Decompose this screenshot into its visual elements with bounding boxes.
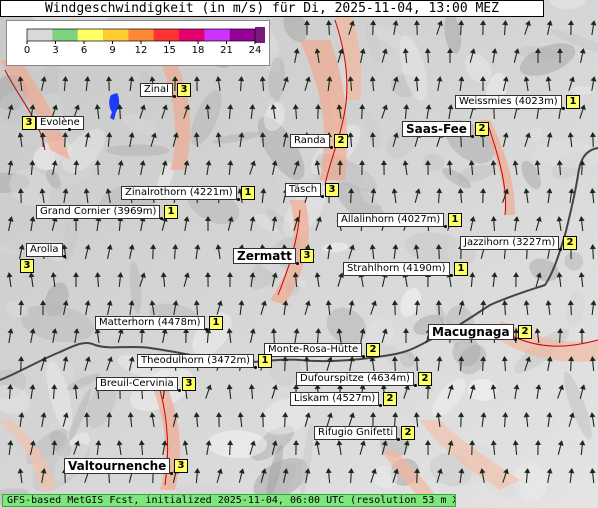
place-label: Breuil-Cervinia [96, 377, 178, 391]
wind-speed-badge: 1 [258, 354, 272, 368]
place-marker [68, 128, 71, 131]
place-label: Allalinhorn (4027m) [337, 213, 445, 227]
place-marker [559, 248, 562, 251]
legend-swatch [27, 29, 53, 41]
legend-tick-label: 0 [23, 45, 31, 56]
wind-speed-badge: 2 [401, 426, 415, 440]
place-marker [514, 338, 517, 341]
legend-tick-label: 15 [163, 45, 176, 56]
legend-tick-label: 12 [134, 45, 148, 56]
wind-speed-badge: 2 [366, 343, 380, 357]
place-label: Saas-Fee [402, 121, 471, 137]
wind-speed-badge: 1 [454, 262, 468, 276]
place-marker [178, 389, 181, 392]
place-label: Jazzihorn (3227m) [460, 236, 560, 250]
place-label: Dufourspitze (4634m) [296, 372, 414, 386]
place-marker [444, 225, 447, 228]
legend-swatch [255, 27, 265, 43]
wind-speed-badge: 1 [164, 205, 178, 219]
place-marker [379, 404, 382, 407]
place-label: Theodulhorn (3472m) [137, 354, 255, 368]
legend-swatch [52, 29, 79, 41]
place-label: Zinal [140, 83, 173, 97]
legend-tick-label: 24 [248, 45, 262, 56]
wind-speed-badge: 3 [182, 377, 196, 391]
place-marker [296, 262, 299, 265]
place-label: Täsch [285, 183, 322, 197]
place-label: Evolène [36, 116, 84, 130]
legend-swatch [103, 29, 129, 41]
forecast-footer: GFS-based MetGIS Fcst, initialized 2025-… [2, 494, 456, 507]
place-marker [450, 274, 453, 277]
place-label: Liskam (4527m) [290, 392, 380, 406]
place-label: Strahlhorn (4190m) [343, 262, 450, 276]
place-label: Arolla [26, 243, 63, 257]
place-marker [173, 95, 176, 98]
place-label: Macugnaga [428, 324, 514, 340]
wind-speed-badge: 3 [22, 116, 36, 130]
legend-swatch [153, 29, 180, 41]
wind-speed-badge: 2 [563, 236, 577, 250]
legend-swatch [229, 29, 256, 41]
terrain-map [0, 0, 598, 508]
place-label: Weissmies (4023m) [455, 95, 562, 109]
wind-speed-badge: 1 [241, 186, 255, 200]
place-marker [321, 195, 324, 198]
place-label: Randa [290, 134, 330, 148]
wind-speed-badge: 1 [209, 316, 223, 330]
legend-tick-label: 3 [52, 45, 59, 56]
place-marker [414, 384, 417, 387]
wind-speed-badge: 2 [418, 372, 432, 386]
place-marker [562, 107, 565, 110]
wind-speed-badge: 2 [475, 122, 489, 136]
legend-tick-label: 18 [191, 45, 205, 56]
wind-speed-badge: 2 [383, 392, 397, 406]
place-label: Rifugio Gnifetti [314, 426, 398, 440]
legend-swatch [128, 29, 155, 41]
wind-speed-badge: 3 [325, 183, 339, 197]
place-label: Grand Cornier (3969m) [36, 205, 161, 219]
wind-speed-badge: 2 [518, 325, 532, 339]
place-marker [362, 355, 365, 358]
wind-speed-badge: 3 [300, 249, 314, 263]
place-label: Monte-Rosa-Hütte [264, 343, 363, 357]
place-marker [330, 146, 333, 149]
place-marker [471, 135, 474, 138]
legend-swatch [179, 29, 205, 41]
legend-tick-label: 21 [220, 45, 233, 56]
legend-tick-label: 6 [80, 45, 88, 56]
place-label: Matterhorn (4478m) [95, 316, 205, 330]
wind-speed-badge: 1 [448, 213, 462, 227]
wind-speed-badge: 2 [334, 134, 348, 148]
place-marker [237, 198, 240, 201]
legend-swatch [77, 29, 104, 41]
legend-colorbar [26, 27, 265, 44]
place-marker [160, 217, 163, 220]
legend: 0 3 6 9 12 15 18 21 24 [6, 20, 270, 66]
place-marker [205, 328, 208, 331]
place-label: Zinalrothorn (4221m) [121, 186, 237, 200]
wind-speed-badge: 3 [177, 83, 191, 97]
legend-tick-label: 9 [109, 45, 116, 56]
place-marker [63, 255, 66, 258]
wind-speed-badge: 3 [20, 259, 34, 273]
legend-swatch [204, 29, 231, 41]
place-marker [397, 438, 400, 441]
map-title: Windgeschwindigkeit (in m/s) für Di, 202… [0, 0, 544, 17]
wind-speed-badge: 1 [566, 95, 580, 109]
place-marker [170, 472, 173, 475]
wind-speed-badge: 3 [174, 459, 188, 473]
place-label: Zermatt [233, 248, 296, 264]
place-label: Valtournenche [64, 458, 171, 474]
place-marker [254, 366, 257, 369]
